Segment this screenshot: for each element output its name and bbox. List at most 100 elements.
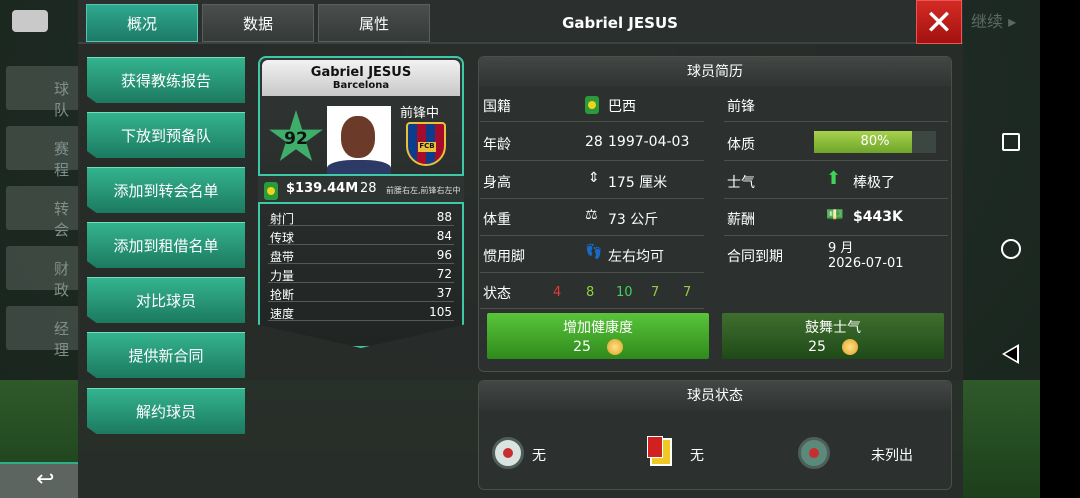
- brazil-flag-icon: [585, 96, 599, 114]
- release-player-button[interactable]: 解约球员: [87, 388, 245, 434]
- tab-data[interactable]: 数据: [202, 4, 314, 42]
- compare-player-button[interactable]: 对比球员: [87, 277, 245, 323]
- boost-morale-button[interactable]: 鼓舞士气 25: [722, 313, 944, 359]
- divider: [480, 235, 704, 236]
- modal-title: Gabriel JESUS: [562, 14, 678, 32]
- background-side-item: 赛程: [6, 126, 80, 179]
- divider: [480, 308, 704, 309]
- divider: [724, 121, 948, 122]
- coin-icon: [606, 339, 623, 355]
- android-nav-bar: [1040, 0, 1080, 498]
- listed-value: 未列出: [871, 448, 913, 464]
- divider: [724, 235, 948, 236]
- increase-fitness-button[interactable]: 增加健康度 25: [487, 313, 709, 359]
- card-position: 前锋中: [400, 106, 440, 121]
- divider: [480, 160, 704, 161]
- back-button[interactable]: ↩: [0, 462, 78, 498]
- form-value: 7: [651, 285, 660, 300]
- morale-value: 棒极了: [853, 175, 895, 191]
- card-value: $139.44M: [286, 181, 359, 196]
- transfer-list-icon: [798, 437, 830, 469]
- continue-button[interactable]: 继续 ▸: [965, 8, 1039, 36]
- height-value: 175 厘米: [608, 175, 668, 191]
- divider: [724, 160, 948, 161]
- tab-overview[interactable]: 概况: [86, 4, 198, 42]
- card-value-row: $139.44M 28 前腰右左,前锋右左中: [258, 174, 464, 204]
- form-label: 状态: [483, 286, 511, 302]
- background-side-item: 球队: [6, 66, 80, 119]
- form-value: 7: [683, 285, 692, 300]
- card-club-name: Barcelona: [332, 80, 390, 91]
- stat-row: 速度 105: [268, 305, 454, 321]
- recents-icon[interactable]: [1002, 133, 1020, 151]
- fitness-label: 体质: [727, 137, 755, 153]
- divider: [480, 121, 704, 122]
- fitness-value: 80%: [860, 134, 890, 149]
- injury-value: 无: [532, 448, 546, 464]
- contract-date: 2026-07-01: [828, 256, 904, 271]
- stat-row: 射门 88: [268, 210, 454, 226]
- coin-icon: [841, 339, 858, 355]
- weight-label: 体重: [483, 212, 511, 228]
- weight-value: 73 公斤: [608, 212, 659, 228]
- close-button[interactable]: ✕: [916, 0, 962, 44]
- offer-contract-button[interactable]: 提供新合同: [87, 332, 245, 378]
- card-header: Gabriel JESUS Barcelona: [262, 60, 460, 96]
- stat-row: 盘带 96: [268, 248, 454, 264]
- coach-report-button[interactable]: 获得教练报告: [87, 57, 245, 103]
- cards-icon: [647, 436, 672, 466]
- height-label: 身高: [483, 175, 511, 191]
- arrow-up-icon: ⬆: [826, 168, 842, 189]
- brazil-flag-icon: [264, 182, 278, 200]
- club-crest-icon: FCB: [406, 122, 446, 166]
- send-to-reserves-button[interactable]: 下放到预备队: [87, 112, 245, 158]
- contract-month: 9 月: [828, 241, 854, 256]
- foot-label: 惯用脚: [483, 249, 525, 265]
- form-value: 8: [586, 285, 595, 300]
- age-label: 年龄: [483, 137, 511, 153]
- stat-row: 力量 72: [268, 267, 454, 283]
- status-panel: 球员状态: [478, 380, 952, 490]
- background-side-item: 财政: [6, 246, 80, 299]
- home-icon[interactable]: [1001, 239, 1021, 259]
- salary-label: 薪酬: [727, 212, 755, 228]
- card-positions: 前腰右左,前锋右左中: [386, 186, 461, 195]
- card-age: 28: [360, 181, 377, 196]
- height-icon: ⇕: [588, 170, 600, 186]
- add-loan-list-button[interactable]: 添加到租借名单: [87, 222, 245, 268]
- stat-row: 抢断 37: [268, 286, 454, 302]
- contract-label: 合同到期: [727, 249, 783, 265]
- stat-row: 传球 84: [268, 229, 454, 245]
- form-value: 10: [616, 285, 633, 300]
- menu-icon: [12, 10, 48, 32]
- position-value: 前锋: [727, 99, 755, 115]
- player-card: Gabriel JESUS Barcelona 92 前锋中 FCB $139.…: [258, 56, 464, 348]
- status-title: 球员状态: [479, 381, 951, 411]
- back-nav-icon[interactable]: [1002, 344, 1019, 364]
- background-side-item: 转会: [6, 186, 80, 239]
- card-player-name: Gabriel JESUS: [310, 65, 412, 80]
- card-rating: 92: [284, 129, 308, 149]
- feet-icon: 👣: [585, 244, 603, 260]
- tab-attributes[interactable]: 属性: [318, 4, 430, 42]
- weight-icon: ⚖: [585, 207, 598, 223]
- divider: [480, 198, 704, 199]
- injury-icon: [492, 437, 524, 469]
- add-transfer-list-button[interactable]: 添加到转会名单: [87, 167, 245, 213]
- cards-value: 无: [690, 448, 704, 464]
- fitness-bar: 80%: [814, 131, 936, 153]
- nationality-label: 国籍: [483, 99, 511, 115]
- morale-label: 士气: [727, 175, 755, 191]
- back-arrow-icon: ↩: [36, 467, 55, 492]
- background-side-item: 经理: [6, 306, 80, 359]
- salary-value: $443K: [853, 209, 903, 225]
- dob-value: 1997-04-03: [608, 134, 690, 150]
- background-sidebar: 球队 赛程 转会 财政 经理: [0, 0, 80, 498]
- form-value: 4: [553, 285, 562, 300]
- profile-title: 球员简历: [479, 57, 951, 87]
- foot-value: 左右均可: [608, 249, 664, 265]
- nationality-value: 巴西: [608, 99, 636, 115]
- player-photo: [327, 106, 391, 174]
- age-value: 28: [585, 134, 603, 150]
- cash-icon: 💵: [826, 207, 844, 223]
